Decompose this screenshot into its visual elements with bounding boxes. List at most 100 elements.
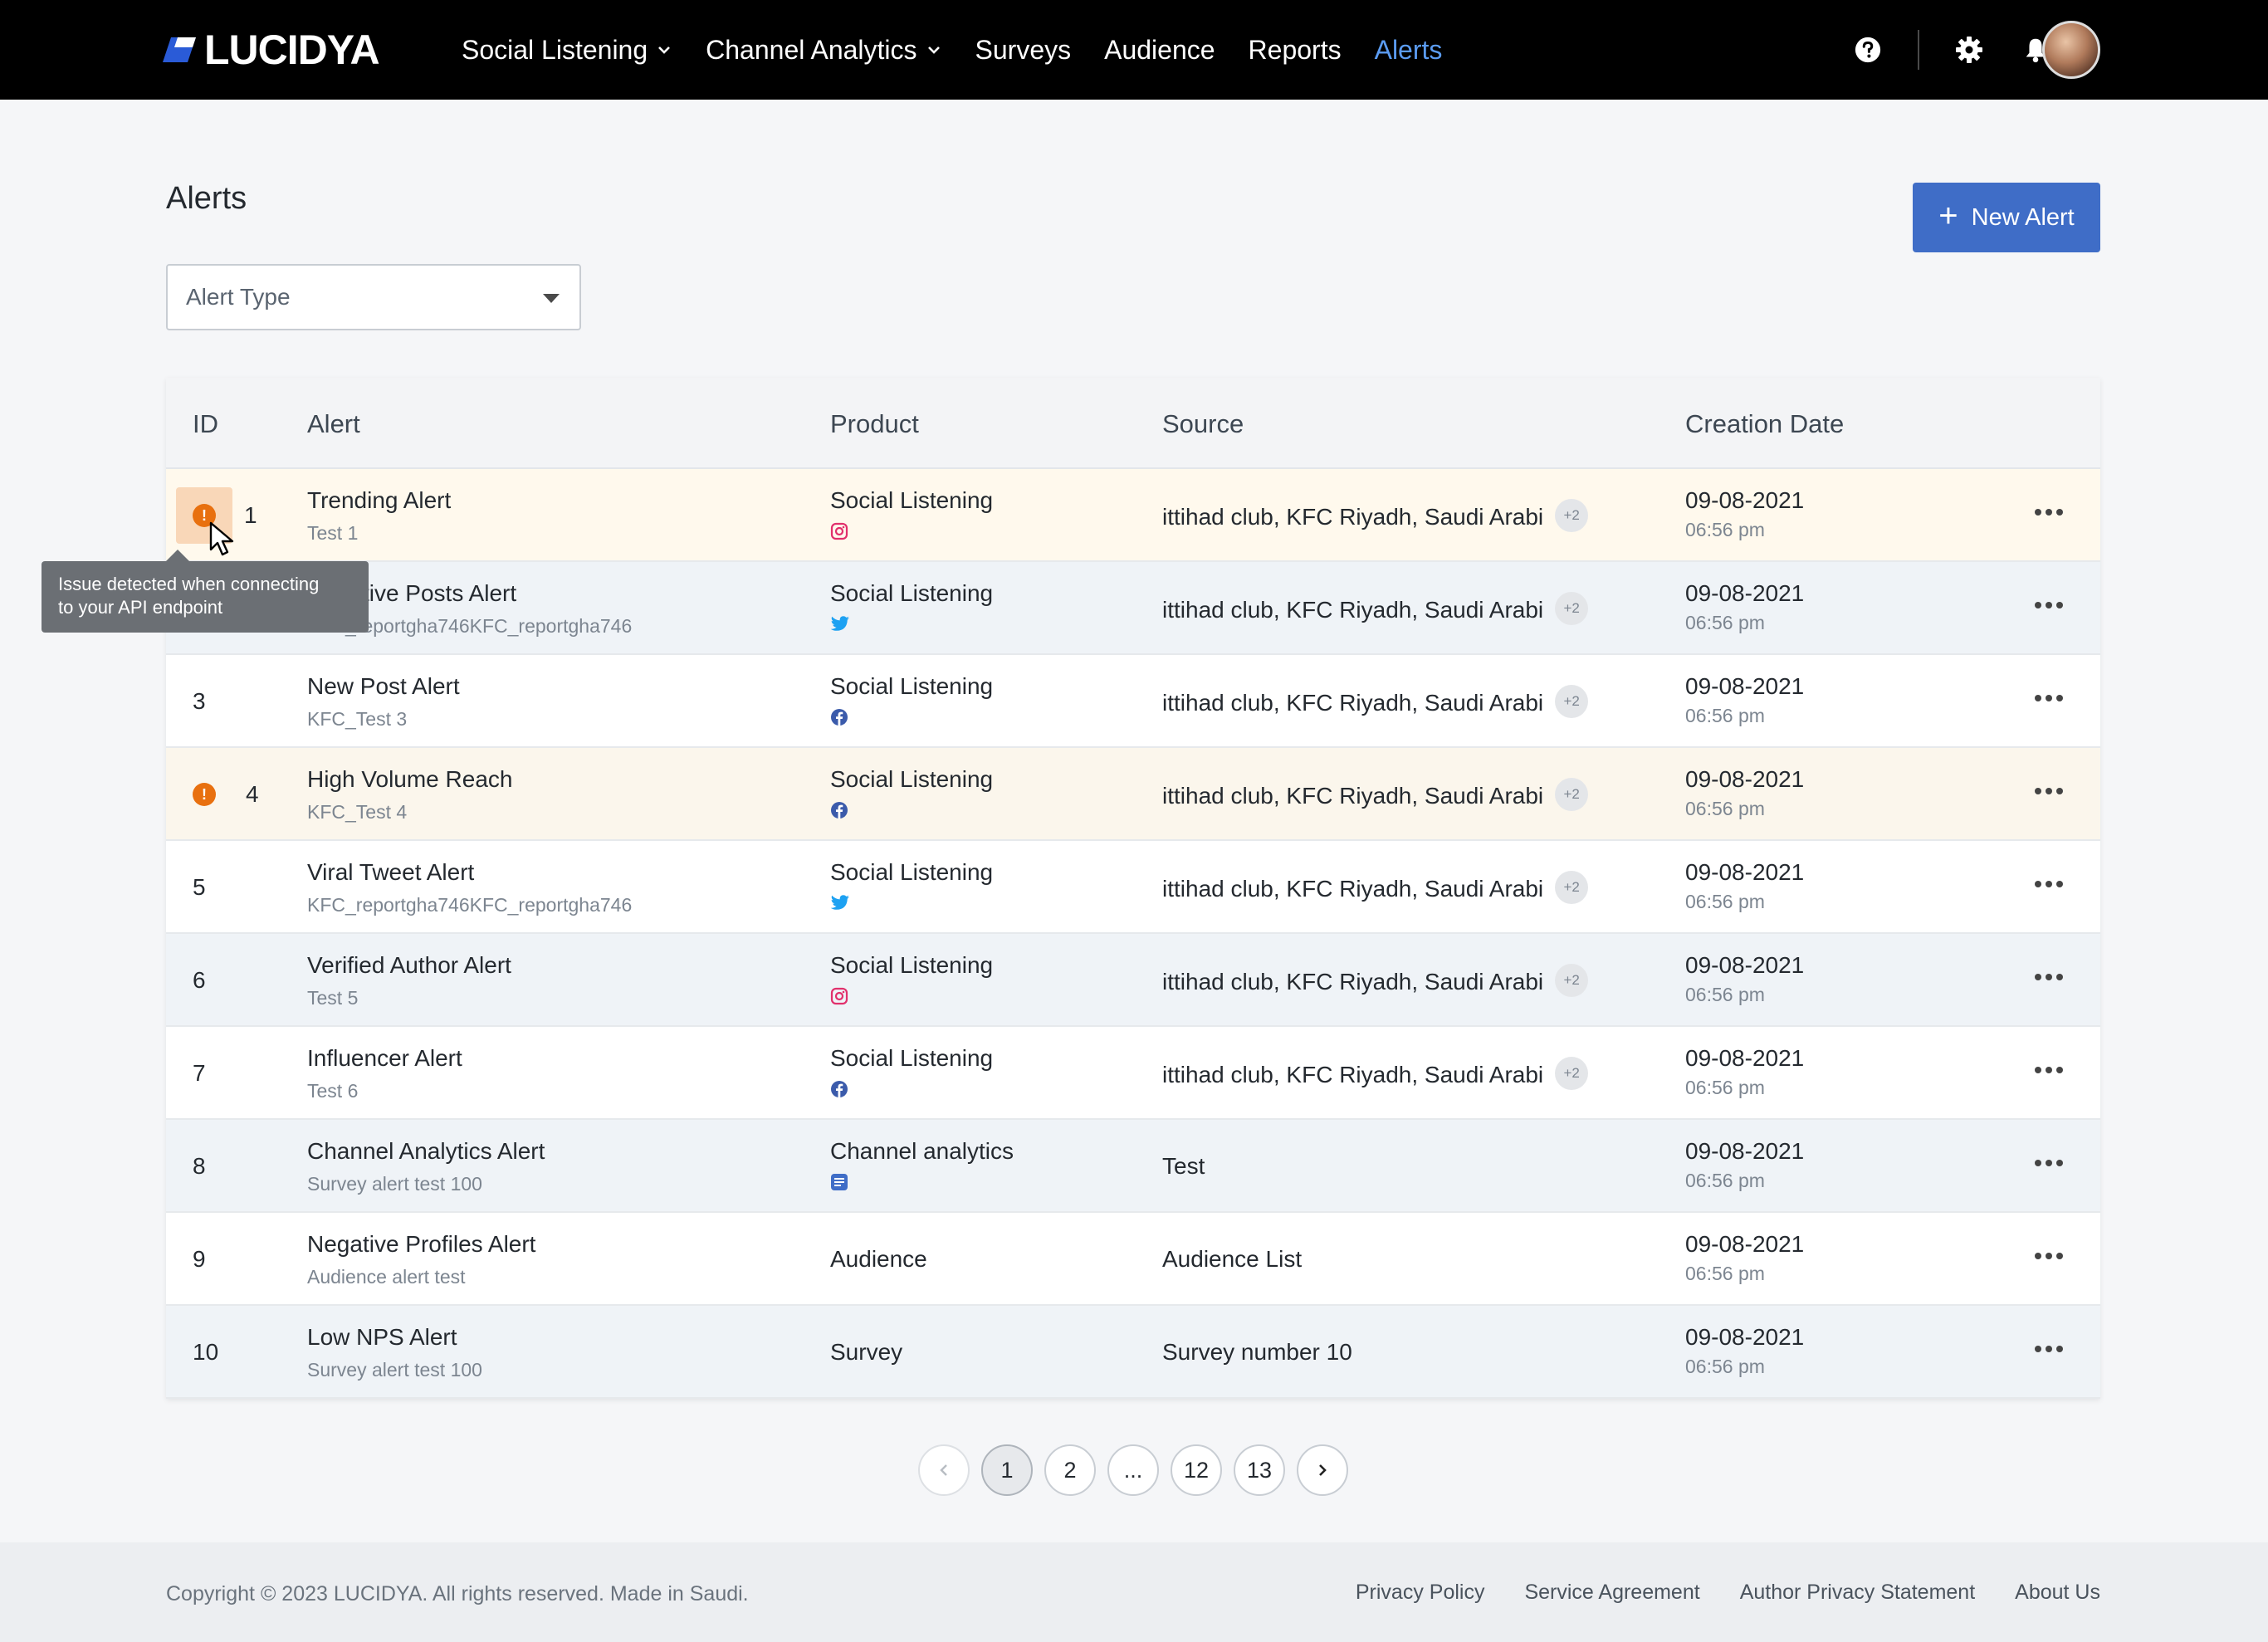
table-row[interactable]: ! 4 High Volume Reach KFC_Test 4 Social List… [166,748,2100,841]
row-actions-button[interactable] [2032,682,2065,715]
more-sources-badge[interactable]: +2 [1555,964,1589,997]
product-name: Social Listening [830,859,994,885]
alert-title[interactable]: Channel Analytics Alert [307,1138,545,1165]
more-horizontal-icon [2035,602,2063,608]
more-sources-badge[interactable]: +2 [1555,685,1589,718]
more-horizontal-icon [2035,1067,2063,1073]
nav-channel-analytics[interactable]: Channel Analytics [706,35,941,66]
creation-time: 06:56 pm [1685,1356,1765,1377]
column-header-source[interactable]: Source [1162,409,1244,439]
alert-source: ittihad club, KFC Riyadh, Saudi Arabi +2 [1162,871,1589,904]
page-ellipsis[interactable]: ... [1107,1444,1159,1496]
table-row[interactable]: 5 Viral Tweet Alert KFC_reportgha746KFC_re… [166,841,2100,934]
alert-subtitle: Survey alert test 100 [307,1359,482,1381]
creation-date: 09-08-2021 [1685,859,1805,885]
footer-link-service-agreement[interactable]: Service Agreement [1524,1581,1699,1605]
prev-page-button[interactable] [918,1444,970,1496]
table-row[interactable]: 8 Channel Analytics Alert Survey alert tes… [166,1120,2100,1213]
table-row[interactable]: 2Negative Posts AlertKFC_reportgha746KFC… [166,562,2100,655]
alert-type-select[interactable]: Alert Type [166,264,581,330]
page-button-1[interactable]: 1 [981,1444,1033,1496]
alert-subtitle: Survey alert test 100 [307,1173,482,1195]
lucidya-logo[interactable]: LUCIDYA [163,25,380,75]
column-header-creation-date[interactable]: Creation Date [1685,409,1844,439]
alert-title[interactable]: Trending Alert [307,487,451,514]
plus-icon: + [1938,198,1958,234]
nav-surveys[interactable]: Surveys [975,35,1072,66]
alert-source: ittihad club, KFC Riyadh, Saudi Arabi +2 [1162,1057,1589,1090]
alert-id: 5 [193,874,206,900]
avatar[interactable] [2042,21,2100,79]
creation-time: 06:56 pm [1685,705,1765,726]
help-icon[interactable] [1851,33,1884,66]
alert-title[interactable]: Viral Tweet Alert [307,859,474,886]
alert-title[interactable]: New Post Alert [307,673,460,700]
nav-actions [1851,0,2052,100]
more-sources-badge[interactable]: +2 [1555,499,1589,532]
more-sources-badge[interactable]: +2 [1555,871,1589,904]
alert-title[interactable]: High Volume Reach [307,766,512,793]
alert-id: 3 [193,688,206,714]
mouse-cursor-icon [209,521,234,556]
table-row[interactable]: 9 Negative Profiles Alert Audience alert t… [166,1213,2100,1306]
product-name: Social Listening [830,487,994,513]
row-actions-button[interactable] [2032,1053,2065,1087]
creation-date: 09-08-2021 [1685,1231,1805,1257]
column-header-id[interactable]: ID [193,409,218,439]
table-row[interactable]: 7 Influencer Alert Test 6 Social Listening i… [166,1027,2100,1120]
creation-time: 06:56 pm [1685,1263,1765,1284]
nav-social-listening[interactable]: Social Listening [462,35,672,66]
nav-alerts[interactable]: Alerts [1375,35,1443,66]
more-sources-badge[interactable]: +2 [1555,592,1589,625]
page-button-12[interactable]: 12 [1171,1444,1222,1496]
nav-audience[interactable]: Audience [1104,35,1215,66]
row-actions-button[interactable] [2032,1239,2065,1273]
more-sources-badge[interactable]: +2 [1555,778,1589,811]
alerts-table: ID Alert Product Source Creation Date ! 1… [166,378,2100,1399]
new-alert-label: New Alert [1971,203,2075,231]
table-row[interactable]: 10 Low NPS Alert Survey alert test 100 Surv… [166,1306,2100,1399]
row-actions-button[interactable] [2032,867,2065,901]
alert-source: ittihad club, KFC Riyadh, Saudi Arabi +2 [1162,685,1589,718]
alert-subtitle: KFC_Test 4 [307,801,408,823]
alert-title[interactable]: Low NPS Alert [307,1324,457,1351]
row-actions-button[interactable] [2032,589,2065,622]
alert-source: Test [1162,1153,1205,1180]
row-actions-button[interactable] [2032,1146,2065,1180]
alert-title[interactable]: Negative Profiles Alert [307,1231,535,1258]
new-alert-button[interactable]: + New Alert [1913,183,2100,252]
gear-icon[interactable] [1953,33,1986,66]
twitter-icon [830,615,849,633]
column-header-product[interactable]: Product [830,409,919,439]
footer-link-author-privacy[interactable]: Author Privacy Statement [1740,1581,1975,1605]
warning-icon[interactable]: ! [193,783,216,806]
page-button-2[interactable]: 2 [1044,1444,1096,1496]
page-button-13[interactable]: 13 [1234,1444,1285,1496]
table-row[interactable]: ! 1 Trending Alert Test 1 Social Listening it… [166,469,2100,562]
alert-title[interactable]: Influencer Alert [307,1045,462,1072]
row-actions-button[interactable] [2032,960,2065,994]
row-actions-button[interactable] [2032,496,2065,529]
row-actions-button[interactable] [2032,775,2065,808]
footer-link-privacy-policy[interactable]: Privacy Policy [1356,1581,1485,1605]
nav-reports[interactable]: Reports [1249,35,1342,66]
more-horizontal-icon [2035,788,2063,794]
more-horizontal-icon [2035,1160,2063,1166]
instagram-icon [830,987,848,1005]
alert-subtitle: Audience alert test [307,1266,466,1288]
row-actions-button[interactable] [2032,1332,2065,1366]
source-text: ittihad club, KFC Riyadh, Saudi Arabi [1162,876,1544,902]
alert-title[interactable]: Verified Author Alert [307,952,511,979]
product-name: Survey [830,1339,903,1365]
footer-link-about-us[interactable]: About Us [2015,1581,2100,1605]
more-sources-badge[interactable]: +2 [1555,1057,1589,1090]
creation-time: 06:56 pm [1685,798,1765,819]
next-page-button[interactable] [1297,1444,1348,1496]
source-text: Test [1162,1153,1205,1179]
column-header-alert[interactable]: Alert [307,409,360,439]
table-row[interactable]: 6 Verified Author Alert Test 5 Social Liste… [166,934,2100,1027]
product-name: Social Listening [830,1045,994,1071]
source-text: Survey number 10 [1162,1339,1352,1365]
alert-subtitle: Test 1 [307,522,359,544]
table-row[interactable]: 3 New Post Alert KFC_Test 3 Social Listenin… [166,655,2100,748]
